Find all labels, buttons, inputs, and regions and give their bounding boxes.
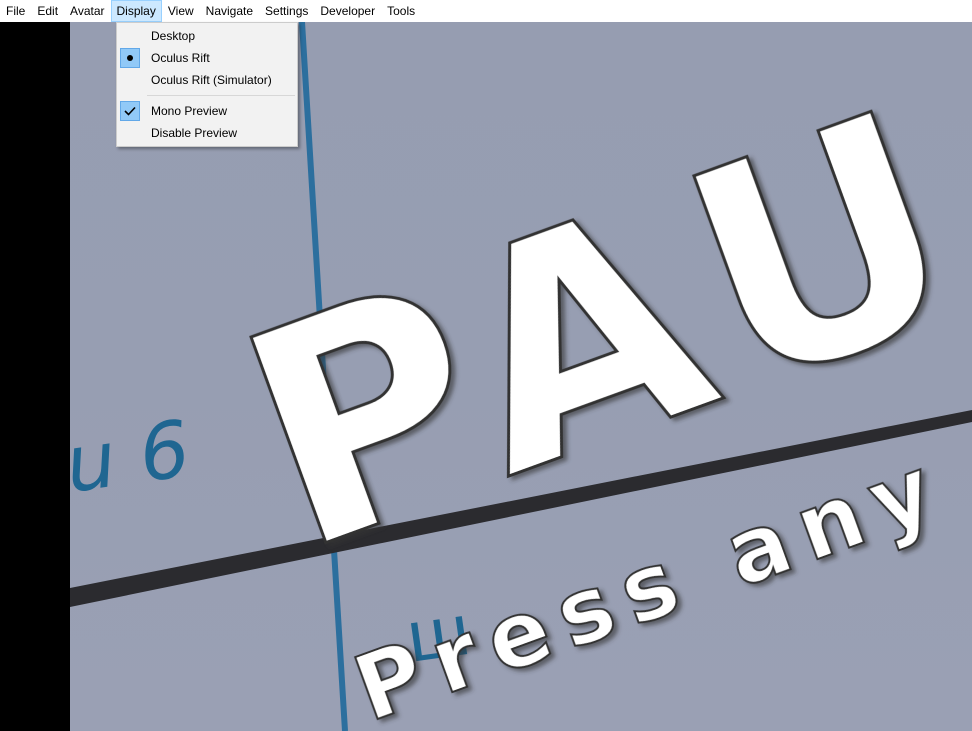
menu-item-label: Oculus Rift bbox=[151, 51, 210, 65]
menu-developer[interactable]: Developer bbox=[314, 0, 381, 22]
menu-display[interactable]: Display bbox=[110, 0, 162, 22]
menu-item-disable-preview[interactable]: Disable Preview bbox=[117, 122, 297, 144]
display-dropdown-menu: Desktop Oculus Rift Oculus Rift (Simulat… bbox=[116, 22, 298, 147]
menu-avatar[interactable]: Avatar bbox=[64, 0, 110, 22]
blue-text-left: u 6 bbox=[70, 404, 195, 510]
menu-view[interactable]: View bbox=[162, 0, 200, 22]
menu-item-label: Desktop bbox=[151, 29, 196, 43]
menu-navigate[interactable]: Navigate bbox=[200, 0, 259, 22]
menu-item-label: Mono Preview bbox=[151, 104, 228, 118]
menu-item-label: Disable Preview bbox=[151, 126, 238, 140]
menu-item-mono-preview[interactable]: Mono Preview bbox=[117, 100, 297, 122]
menu-item-desktop[interactable]: Desktop bbox=[117, 25, 297, 47]
menu-settings[interactable]: Settings bbox=[259, 0, 314, 22]
menu-item-oculus-rift[interactable]: Oculus Rift bbox=[117, 47, 297, 69]
menu-item-label: Oculus Rift (Simulator) bbox=[151, 73, 272, 87]
radio-bullet-icon bbox=[120, 48, 140, 68]
menu-file[interactable]: File bbox=[0, 0, 31, 22]
menu-separator bbox=[147, 95, 295, 96]
menu-bar: File Edit Avatar Display View Navigate S… bbox=[0, 0, 972, 22]
checkmark-icon bbox=[120, 101, 140, 121]
menu-item-oculus-rift-simulator[interactable]: Oculus Rift (Simulator) bbox=[117, 69, 297, 91]
menu-tools[interactable]: Tools bbox=[381, 0, 421, 22]
menu-edit[interactable]: Edit bbox=[31, 0, 64, 22]
